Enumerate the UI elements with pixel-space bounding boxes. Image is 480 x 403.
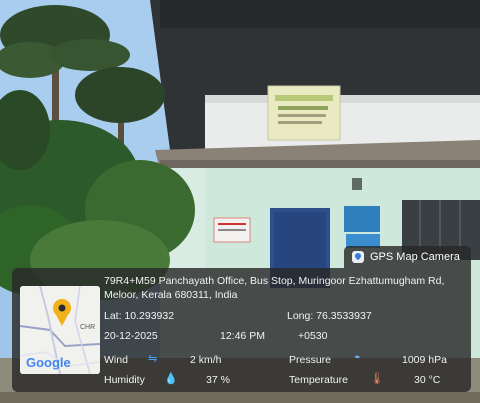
map-thumbnail: CHR Google — [20, 286, 100, 374]
date: 20-12-2025 — [104, 330, 158, 342]
gps-stamp-overlay: CHR Google 79R4+M59 Panchayath Office, B… — [12, 268, 471, 392]
map-place-fragment: CHR — [80, 324, 96, 331]
badge-label: GPS Map Camera — [370, 251, 460, 263]
address: 79R4+M59 Panchayath Office, Bus Stop, Mu… — [104, 274, 464, 302]
pressure-label: Pressure — [289, 354, 332, 366]
humidity-label: Humidity — [104, 374, 145, 386]
temperature-label: Temperature — [289, 374, 348, 386]
latitude: Lat: 10.293932 — [104, 310, 175, 322]
thermometer-icon: 🌡 — [370, 373, 384, 385]
wind-label: Wind — [104, 354, 128, 366]
address-line-1: 79R4+M59 Panchayath Office, Bus Stop, Mu… — [104, 275, 445, 287]
google-logo: Google — [26, 355, 71, 370]
gps-map-camera-badge: GPS Map Camera — [344, 246, 471, 268]
map-pin-icon — [352, 251, 364, 263]
wind-icon: ⇋ — [148, 353, 158, 365]
address-line-2: Meloor, Kerala 680311, India — [104, 289, 238, 301]
longitude: Long: 76.3533937 — [287, 310, 372, 322]
time: 12:46 PM — [220, 330, 265, 342]
timezone: +0530 — [298, 330, 328, 342]
pressure-value: 1009 hPa — [402, 354, 447, 366]
humidity-icon: 💧 — [164, 373, 178, 385]
humidity-value: 37 % — [206, 374, 230, 386]
wind-value: 2 km/h — [190, 354, 222, 366]
temperature-value: 30 °C — [414, 374, 441, 386]
pressure-icon: ◓ — [354, 352, 361, 364]
